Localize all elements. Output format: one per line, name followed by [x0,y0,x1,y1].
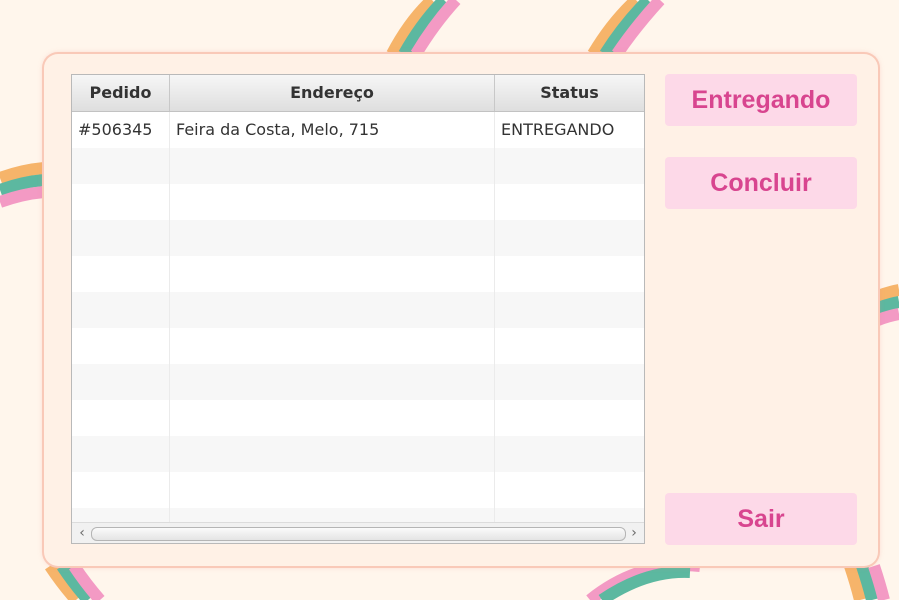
cell-endereco [170,148,495,184]
table-row[interactable] [72,472,644,508]
sair-button[interactable]: Sair [665,493,857,545]
table-row[interactable] [72,364,644,400]
concluir-button[interactable]: Concluir [665,157,857,209]
cell-pedido [72,292,170,328]
cell-pedido [72,400,170,436]
table-row[interactable] [72,508,644,522]
cell-endereco [170,400,495,436]
cell-status [495,148,644,184]
cell-pedido [72,328,170,364]
table-header: Pedido Endereço Status [72,75,644,112]
cell-endereco [170,256,495,292]
table-row[interactable]: #506345 Feira da Costa, Melo, 715 ENTREGAN… [72,112,644,148]
cell-status [495,400,644,436]
cell-status [495,472,644,508]
cell-status [495,508,644,522]
cell-status [495,328,644,364]
cell-endereco [170,184,495,220]
cell-endereco [170,328,495,364]
cell-pedido [72,256,170,292]
cell-pedido [72,220,170,256]
cell-status [495,256,644,292]
cell-status: ENTREGANDO [501,120,615,139]
scroll-left-icon[interactable]: ‹ [75,525,89,541]
table-row[interactable] [72,148,644,184]
cell-status [495,220,644,256]
cell-pedido [72,184,170,220]
cell-pedido [72,508,170,522]
table-row[interactable] [72,184,644,220]
column-header-endereco[interactable]: Endereço [170,75,495,111]
orders-table[interactable]: Pedido Endereço Status #506345 Feira da C… [71,74,645,544]
cell-pedido [72,364,170,400]
entregando-button[interactable]: Entregando [665,74,857,126]
cell-status [495,364,644,400]
column-header-status[interactable]: Status [495,75,644,111]
cell-endereco [170,220,495,256]
scrollbar-thumb[interactable] [91,527,626,541]
column-header-pedido[interactable]: Pedido [72,75,170,111]
cell-endereco: Feira da Costa, Melo, 715 [170,112,495,148]
cell-pedido [72,148,170,184]
cell-endereco [170,292,495,328]
cell-status [495,184,644,220]
table-row[interactable] [72,292,644,328]
table-body: #506345 Feira da Costa, Melo, 715 ENTREGAN… [72,112,644,522]
cell-pedido: #506345 [72,112,170,148]
cell-status [495,436,644,472]
table-row[interactable] [72,328,644,364]
table-row[interactable] [72,436,644,472]
cell-endereco [170,508,495,522]
scroll-right-icon[interactable]: › [627,525,641,541]
cell-status [495,292,644,328]
table-row[interactable] [72,256,644,292]
cell-pedido [72,436,170,472]
cell-endereco [170,364,495,400]
cell-endereco [170,436,495,472]
table-row[interactable] [72,220,644,256]
cell-pedido [72,472,170,508]
cell-endereco [170,472,495,508]
horizontal-scrollbar[interactable]: ‹ › [72,522,644,543]
table-row[interactable] [72,400,644,436]
